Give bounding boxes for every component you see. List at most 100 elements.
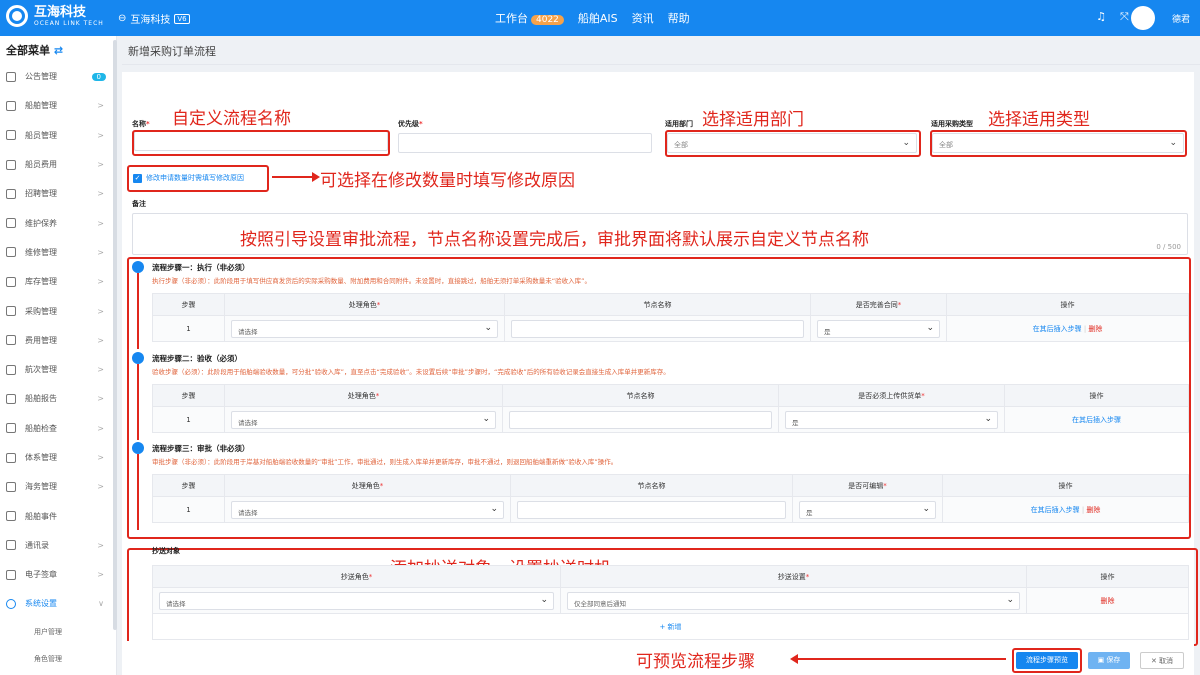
menu-icon [6,159,16,170]
step-connector [137,454,139,530]
cc-setting-select[interactable]: 仅全部同意后通知 ⌄ [567,591,1020,610]
count-badge: 0 [91,72,106,81]
sidebar-item-3[interactable]: 船员费用 > [0,150,116,179]
top-navbar: 互海科技 OCEAN LINK TECH ⊖ 互海科技 V6 工作台 4022 船… [0,0,1200,36]
nav-workbench[interactable]: 工作台 4022 [495,10,564,26]
priority-input[interactable] [398,133,652,153]
main-nav: 工作台 4022 船舶AIS 资讯 帮助 [495,10,690,26]
annotation-flow: 按照引导设置审批流程，节点名称设置完成后，审批界面将默认展示自定义节点名称 [240,230,869,250]
menu-icon [6,306,16,317]
step-header: 是否可编辑* [792,474,943,497]
insert-step-link[interactable]: 在其后插入步骤 [1033,325,1082,333]
swap-icon[interactable]: ⇄ [54,44,63,57]
step-connector [137,364,139,440]
delete-step-link[interactable]: 删除 [1088,325,1102,333]
sidebar-item-14[interactable]: 海务管理 > [0,472,116,501]
nav-ship-ais[interactable]: 船舶AIS [578,10,618,26]
logo-title: 互海科技 [34,4,87,20]
sidebar-item-label: 库存管理 [25,277,57,287]
step-header: 操作 [946,293,1189,316]
bell-icon[interactable]: ♫ [1096,10,1106,24]
name-label: 名称* [132,120,150,128]
user-name[interactable]: 德君 [1172,12,1190,25]
sidebar-item-7[interactable]: 库存管理 > [0,267,116,296]
sidebar-item-label: 船舶事件 [25,511,57,521]
node-name-input[interactable] [509,410,772,429]
menu-icon [6,130,16,141]
insert-step-link[interactable]: 在其后插入步骤 [1031,506,1080,514]
flag-select[interactable]: 是 ⌄ [799,500,936,519]
step-dot-icon [132,442,144,454]
nav-help[interactable]: 帮助 [668,10,690,26]
sidebar-item-6[interactable]: 维修管理 > [0,238,116,267]
sidebar-item-13[interactable]: 体系管理 > [0,443,116,472]
step-header: 节点名称 [510,474,793,497]
chevron-down-icon: ⌄ [1006,594,1014,605]
sidebar-item-16[interactable]: 通讯录 > [0,531,116,560]
menu-icon [6,276,16,287]
sidebar-item-label: 海务管理 [25,482,57,492]
sidebar-scrollbar[interactable] [113,40,117,630]
cc-table: 抄送角色* 抄送设置* 操作 请选择 ⌄ 仅全部同意后通知 ⌄ 删除 + 新增 [152,565,1189,640]
sidebar-item-1[interactable]: 船舶管理 > [0,91,116,120]
sidebar-item-15[interactable]: 船舶事件 [0,501,116,530]
sidebar-item-9[interactable]: 费用管理 > [0,326,116,355]
role-select[interactable]: 请选择 ⌄ [231,319,498,338]
sidebar-item-8[interactable]: 采购管理 > [0,296,116,325]
sidebar-item-4[interactable]: 招聘管理 > [0,179,116,208]
save-button[interactable]: ▣ 保存 [1088,652,1130,669]
sidebar-item-18[interactable]: 系统设置 ∨ [0,589,116,618]
logo-mark-icon [6,5,28,27]
flag-select[interactable]: 是 ⌄ [785,410,998,429]
chevron-icon: > [97,306,104,316]
sidebar-subitem-0[interactable]: 用户管理 [0,619,116,646]
sidebar-item-0[interactable]: 公告管理 0 [0,62,116,91]
step-number: 1 [152,496,225,523]
step-title: 流程步骤二：验收（必须） [152,354,242,363]
role-select[interactable]: 请选择 ⌄ [231,410,496,429]
main-content: 新增采购订单流程 名称* 自定义流程名称 优先级* 适用部门 全部 ⌄ 选择适用部… [122,36,1200,675]
avatar[interactable] [1131,6,1155,30]
sidebar-header[interactable]: 全部菜单 ⇄ [0,36,116,62]
home-link[interactable]: ⊖ 互海科技 V6 [118,11,190,26]
step-header: 处理角色* [224,384,503,407]
sidebar-item-11[interactable]: 船舶报告 > [0,384,116,413]
menu-icon [6,511,16,522]
chevron-icon: > [97,423,104,433]
node-name-input[interactable] [517,500,786,519]
annotation-checkbox: 可选择在修改数量时填写修改原因 [320,171,575,191]
menu-icon [6,218,16,229]
fullscreen-icon[interactable]: ⤧ [1120,10,1129,24]
node-name-input[interactable] [511,319,804,338]
flag-select[interactable]: 是 ⌄ [817,319,940,338]
cc-role-select[interactable]: 请选择 ⌄ [159,591,554,610]
insert-step-link[interactable]: 在其后插入步骤 [1072,416,1121,424]
cc-add-button[interactable]: + 新增 [152,613,1189,640]
sidebar-item-12[interactable]: 船舶检查 > [0,414,116,443]
flow-form: 名称* 自定义流程名称 优先级* 适用部门 全部 ⌄ 选择适用部门 适用采购类型 … [122,72,1198,672]
sidebar-item-5[interactable]: 维护保养 > [0,208,116,237]
type-label: 适用采购类型 [931,120,973,128]
sidebar-item-2[interactable]: 船员管理 > [0,121,116,150]
sidebar-item-10[interactable]: 航次管理 > [0,355,116,384]
step-description: 审批步骤（非必须）：此阶段用于岸基对船舶端验收数量的“审批”工作，审批通过，则生… [152,458,618,466]
role-select[interactable]: 请选择 ⌄ [231,500,504,519]
chevron-icon: > [97,394,104,404]
sidebar-item-17[interactable]: 电子签章 > [0,560,116,589]
cc-delete-link[interactable]: 删除 [1101,597,1115,605]
step-header: 是否完善合同* [810,293,947,316]
sidebar-subitem-1[interactable]: 角色管理 [0,646,116,673]
chevron-icon: > [97,482,104,492]
company-logo[interactable]: 互海科技 OCEAN LINK TECH [6,5,104,27]
cancel-button[interactable]: ✕ 取消 [1140,652,1184,669]
nav-news[interactable]: 资讯 [632,10,654,26]
chevron-icon: ∨ [98,599,104,609]
preview-button[interactable]: 流程步骤预览 [1016,652,1078,669]
annotation-preview: 可预览流程步骤 [636,652,755,672]
sidebar-item-label: 维修管理 [25,247,57,257]
chevron-down-icon: ⌄ [926,322,934,333]
highlight-box [132,130,390,156]
menu-icon [6,247,16,258]
delete-step-link[interactable]: 删除 [1086,506,1100,514]
chevron-icon: > [97,570,104,580]
